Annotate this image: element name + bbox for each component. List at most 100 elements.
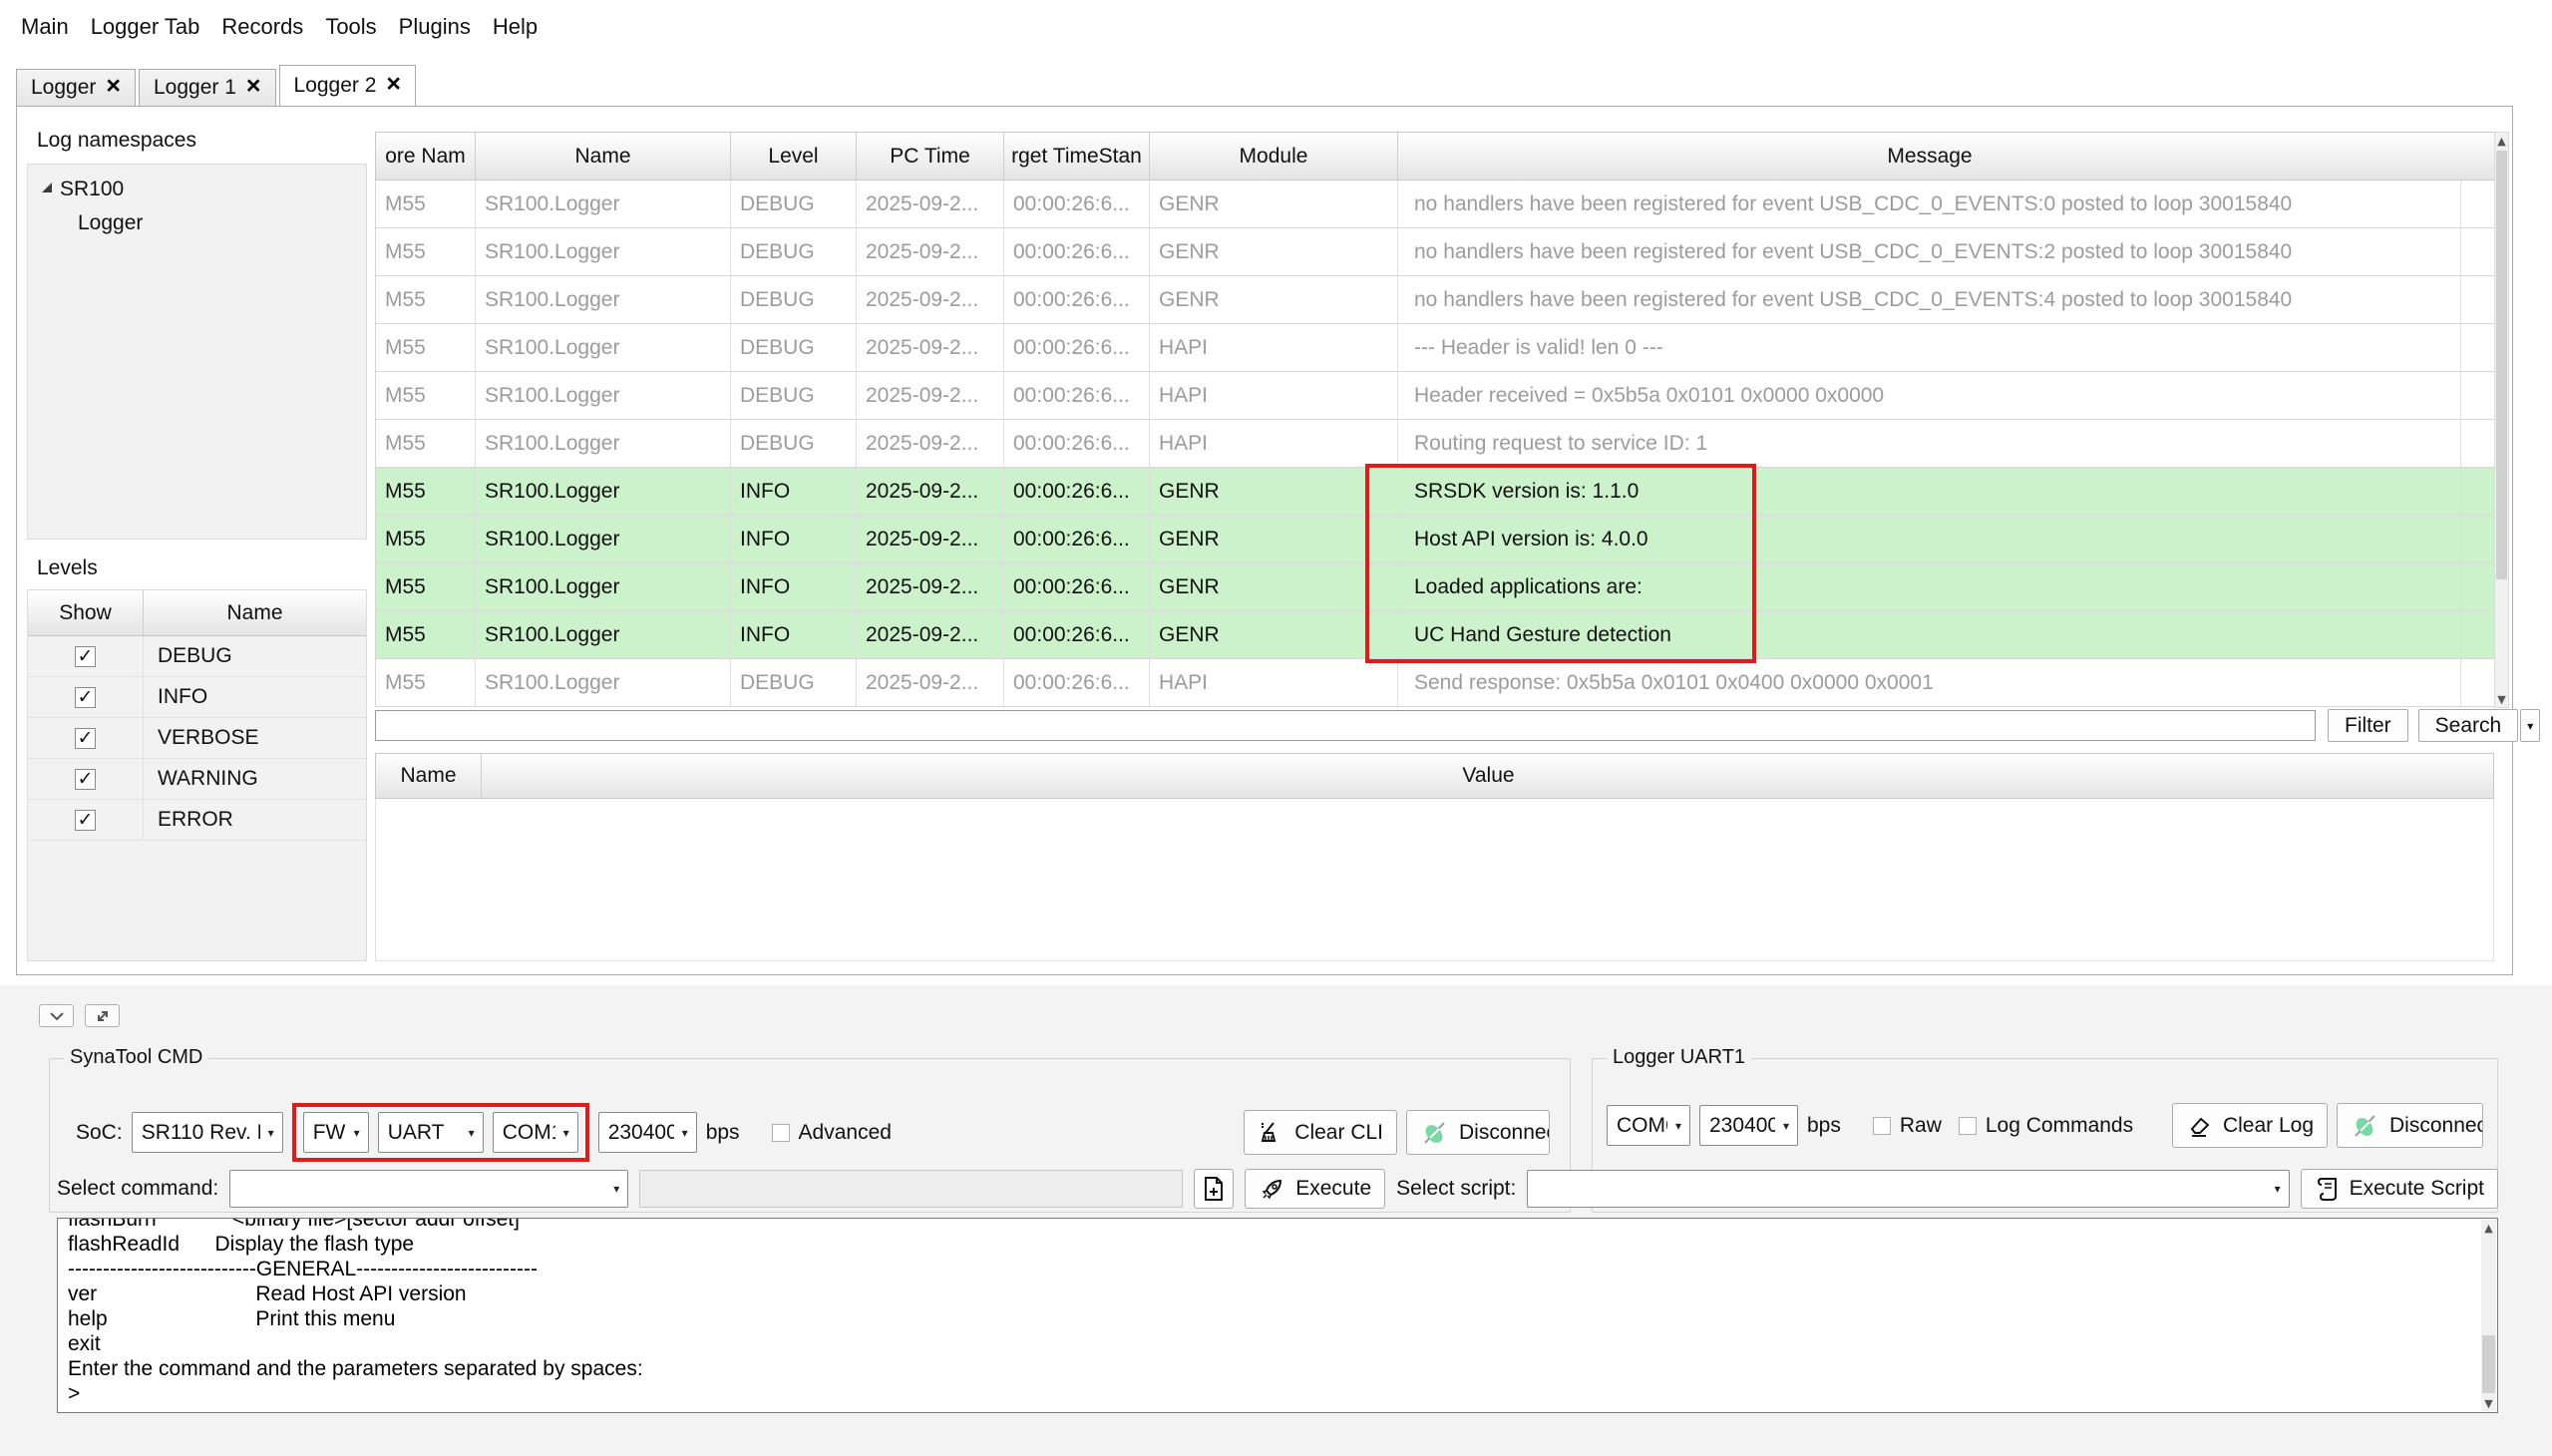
raw-checkbox[interactable] [1873,1117,1891,1135]
execute-script-button[interactable]: Execute Script [2301,1169,2498,1209]
cell-core: M55 [376,468,476,515]
col-target-timestamp[interactable]: rget TimeStan [1004,133,1150,180]
detail-table-header: Name Value [375,753,2494,799]
col-message[interactable]: Message [1398,133,2461,180]
detail-col-name[interactable]: Name [376,754,482,798]
clear-log-button[interactable]: Clear Log [2172,1103,2328,1148]
command-select[interactable]: ▾ [229,1170,628,1208]
close-icon[interactable] [386,72,401,97]
port-select[interactable]: COM1 ▾ [493,1112,578,1153]
console-line: ver Read Host API version [68,1281,2497,1306]
chevron-down-icon: ▾ [1775,1106,1797,1145]
level-row[interactable]: WARNING [28,759,366,800]
logger-tab-page: Log namespaces SR100 Logger Levels Show … [16,106,2513,975]
tree-expander-icon[interactable] [42,182,52,192]
log-row[interactable]: M55 SR100.Logger DEBUG 2025-09-2... 00:0… [376,324,2507,372]
cell-target-time: 00:00:26:6... [1004,420,1150,467]
uart-port-select[interactable]: COM6 ▾ [1607,1105,1690,1146]
log-row[interactable]: M55 SR100.Logger DEBUG 2025-09-2... 00:0… [376,228,2507,276]
cli-console[interactable]: flashBurn <binary file>[sector addr offs… [57,1218,2498,1413]
cell-core: M55 [376,611,476,658]
scrollbar-thumb[interactable] [2496,151,2507,579]
log-row[interactable]: M55 SR100.Logger INFO 2025-09-2... 00:00… [376,516,2507,563]
levels-col-show[interactable]: Show [28,590,144,635]
console-line: exit [68,1331,2497,1356]
col-core-name[interactable]: ore Nam [376,133,476,180]
tree-item-logger[interactable]: Logger [34,206,360,240]
level-row[interactable]: VERBOSE [28,718,366,759]
close-icon[interactable] [246,74,261,99]
uart-baud-select[interactable]: 230400 ▾ [1699,1105,1798,1146]
baud-select[interactable]: 230400 ▾ [598,1112,697,1153]
menu-item[interactable]: Logger Tab [80,8,211,46]
menu-item[interactable]: Records [210,8,314,46]
level-show-checkbox[interactable] [75,728,96,749]
scrollbar-thumb[interactable] [2482,1335,2495,1393]
col-level[interactable]: Level [731,133,857,180]
log-row[interactable]: M55 SR100.Logger INFO 2025-09-2... 00:00… [376,468,2507,516]
soc-select[interactable]: SR110 Rev. B ▾ [132,1112,283,1153]
menu-item[interactable]: Tools [314,8,387,46]
execute-button[interactable]: Execute [1245,1169,1385,1209]
cell-core: M55 [376,372,476,419]
tree-item-sr100[interactable]: SR100 [34,173,360,206]
advanced-checkbox[interactable] [772,1124,790,1142]
level-show-checkbox[interactable] [75,810,96,831]
search-button[interactable]: Search [2418,709,2519,742]
level-show-checkbox[interactable] [75,646,96,667]
chevron-down-icon[interactable]: ▾ [2520,709,2540,742]
logger-tab[interactable]: Logger 2 [279,65,417,106]
clear-cli-button[interactable]: Clear CLI [1244,1110,1397,1155]
uart-disconnect-button[interactable]: Disconnec [2337,1103,2483,1148]
log-row[interactable]: M55 SR100.Logger DEBUG 2025-09-2... 00:0… [376,181,2507,228]
levels-col-name[interactable]: Name [144,590,366,635]
fw-select[interactable]: FW ▾ [303,1112,369,1153]
logger-tab[interactable]: Logger 1 [139,69,276,106]
menu-item[interactable]: Main [10,8,80,46]
cell-pc-time: 2025-09-2... [857,181,1004,227]
close-icon[interactable] [106,74,121,99]
new-command-button[interactable] [1194,1169,1234,1209]
interface-select[interactable]: UART ▾ [378,1112,484,1153]
cell-module: HAPI [1150,372,1398,419]
command-args-input[interactable] [639,1170,1183,1208]
log-commands-checkbox[interactable] [1959,1117,1977,1135]
log-row[interactable]: M55 SR100.Logger INFO 2025-09-2... 00:00… [376,563,2507,611]
col-pc-time[interactable]: PC Time [857,133,1004,180]
log-row[interactable]: M55 SR100.Logger DEBUG 2025-09-2... 00:0… [376,276,2507,324]
col-module[interactable]: Module [1150,133,1398,180]
collapse-button[interactable] [39,1004,74,1027]
cell-level: DEBUG [731,372,857,419]
log-row[interactable]: M55 SR100.Logger DEBUG 2025-09-2... 00:0… [376,420,2507,468]
level-show-checkbox[interactable] [75,769,96,790]
disconnect-button[interactable]: Disconnec [1406,1110,1550,1155]
logger-tab[interactable]: Logger [16,69,136,106]
expand-button[interactable] [85,1004,120,1027]
arrow-down-icon[interactable]: ▼ [2497,691,2505,707]
level-show-checkbox[interactable] [75,687,96,708]
log-row[interactable]: M55 SR100.Logger DEBUG 2025-09-2... 00:0… [376,659,2507,707]
cell-message: no handlers have been registered for eve… [1398,228,2461,275]
script-select[interactable]: ▾ [1527,1170,2289,1208]
cell-pc-time: 2025-09-2... [857,228,1004,275]
filter-button[interactable]: Filter [2328,709,2408,742]
detail-table: Name Value [375,753,2494,961]
filter-input[interactable] [375,710,2316,741]
arrow-down-icon[interactable]: ▼ [2484,1395,2492,1411]
menu-item[interactable]: Help [482,8,548,46]
detail-col-value[interactable]: Value [482,754,2495,798]
cell-level: INFO [731,611,857,658]
level-row[interactable]: INFO [28,677,366,718]
arrow-up-icon[interactable]: ▲ [2497,133,2505,149]
arrow-up-icon[interactable]: ▲ [2484,1220,2492,1236]
menu-item[interactable]: Plugins [388,8,482,46]
log-table-scrollbar[interactable]: ▲ ▼ [2494,132,2509,708]
log-row[interactable]: M55 SR100.Logger INFO 2025-09-2... 00:00… [376,611,2507,659]
level-row[interactable]: DEBUG [28,636,366,677]
console-scrollbar[interactable]: ▲ ▼ [2481,1220,2496,1411]
log-row[interactable]: M55 SR100.Logger DEBUG 2025-09-2... 00:0… [376,372,2507,420]
col-name[interactable]: Name [476,133,731,180]
level-row[interactable]: ERROR [28,800,366,841]
cell-message: UC Hand Gesture detection [1398,611,2461,658]
cell-name: SR100.Logger [476,516,731,562]
